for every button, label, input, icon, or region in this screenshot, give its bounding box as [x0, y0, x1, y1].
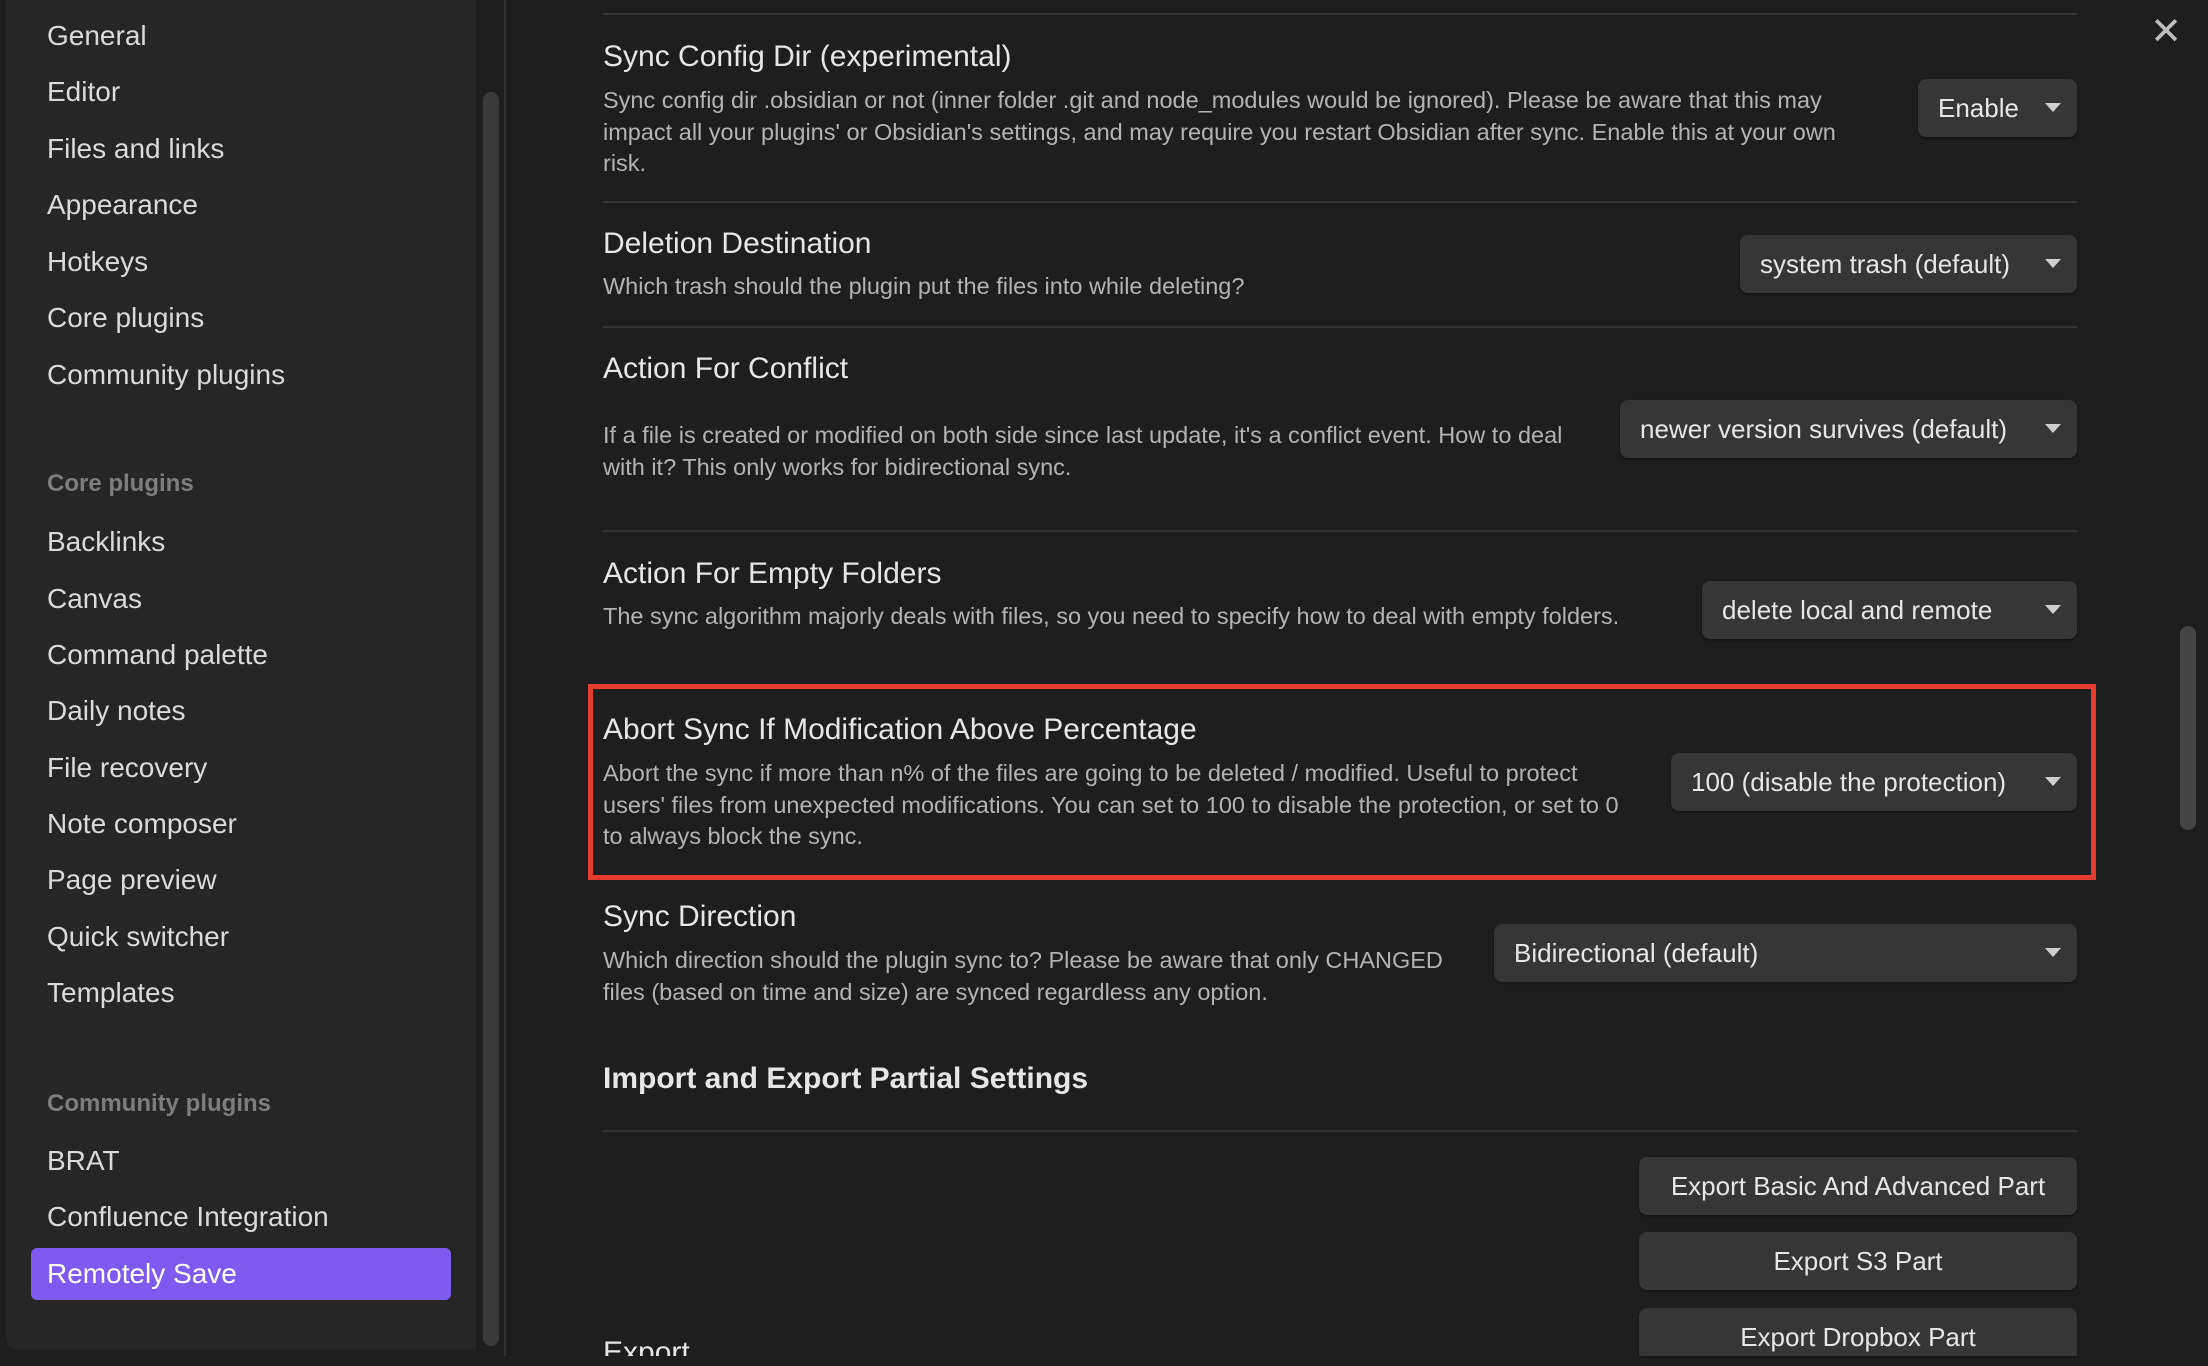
chevron-down-icon [2045, 103, 2061, 112]
sidebar-scrollbar[interactable] [483, 92, 499, 1346]
setting-description: Which trash should the plugin put the fi… [603, 273, 1245, 299]
export-setting-label: Export [603, 1336, 690, 1356]
sidebar-item-remotely-save[interactable]: Remotely Save [31, 1248, 451, 1300]
chevron-down-icon [2045, 259, 2061, 268]
sidebar-heading-community-plugins: Community plugins [47, 1090, 271, 1117]
sidebar-item-editor[interactable]: Editor [47, 67, 120, 117]
divider [603, 326, 2077, 328]
sidebar-item-daily-notes[interactable]: Daily notes [47, 686, 186, 736]
export-s3-button[interactable]: Export S3 Part [1639, 1232, 2077, 1290]
settings-sidebar: General Editor Files and links Appearanc… [6, 0, 476, 1350]
setting-title: Abort Sync If Modification Above Percent… [603, 713, 1197, 746]
sidebar-item-community-plugins[interactable]: Community plugins [47, 350, 285, 400]
chevron-down-icon [2045, 605, 2061, 614]
setting-description: The sync algorithm majorly deals with fi… [603, 603, 1620, 629]
dropdown-value: newer version survives (default) [1640, 414, 2008, 444]
pane-divider [504, 0, 506, 1356]
divider [603, 13, 2077, 15]
sync-config-dir-dropdown[interactable]: Enable [1918, 79, 2077, 137]
export-basic-advanced-button[interactable]: Export Basic And Advanced Part [1639, 1157, 2077, 1215]
dropdown-value: Enable [1938, 93, 2019, 123]
chevron-down-icon [2045, 777, 2061, 786]
divider [603, 1130, 2077, 1132]
sidebar-item-general[interactable]: General [47, 11, 147, 61]
setting-title: Sync Direction [603, 900, 797, 933]
sidebar-item-templates[interactable]: Templates [47, 968, 175, 1018]
sync-direction-dropdown[interactable]: Bidirectional (default) [1494, 924, 2077, 982]
setting-description: Sync config dir .obsidian or not (inner … [603, 87, 1836, 176]
chevron-down-icon [2045, 948, 2061, 957]
sidebar-item-core-plugins[interactable]: Core plugins [47, 293, 204, 343]
setting-description: If a file is created or modified on both… [603, 422, 1563, 480]
sidebar-item-appearance[interactable]: Appearance [47, 180, 198, 230]
export-setting-title: Export [603, 1336, 763, 1356]
abort-sync-percentage-dropdown[interactable]: 100 (disable the protection) [1671, 753, 2077, 811]
sidebar-item-backlinks[interactable]: Backlinks [47, 517, 165, 567]
setting-title: Deletion Destination [603, 227, 872, 260]
sidebar-item-quick-switcher[interactable]: Quick switcher [47, 912, 229, 962]
setting-description: Abort the sync if more than n% of the fi… [603, 760, 1619, 849]
divider [603, 530, 2077, 532]
action-for-empty-folders-dropdown[interactable]: delete local and remote [1702, 581, 2077, 639]
dropdown-value: system trash (default) [1760, 249, 2010, 279]
sidebar-item-note-composer[interactable]: Note composer [47, 799, 237, 849]
divider [603, 201, 2077, 203]
sidebar-item-files-and-links[interactable]: Files and links [47, 124, 224, 174]
sidebar-item-confluence-integration[interactable]: Confluence Integration [47, 1192, 329, 1242]
sidebar-item-page-preview[interactable]: Page preview [47, 855, 217, 905]
sidebar-item-label: Remotely Save [47, 1258, 237, 1289]
export-dropbox-button[interactable]: Export Dropbox Part [1639, 1308, 2077, 1356]
setting-title: Action For Conflict [603, 352, 849, 385]
dropdown-value: delete local and remote [1722, 595, 1993, 625]
dropdown-value: 100 (disable the protection) [1691, 767, 2007, 797]
sidebar-item-command-palette[interactable]: Command palette [47, 630, 268, 680]
section-heading: Import and Export Partial Settings [603, 1062, 1089, 1095]
setting-title: Sync Config Dir (experimental) [603, 40, 1012, 73]
sidebar-item-hotkeys[interactable]: Hotkeys [47, 237, 148, 287]
sidebar-heading-core-plugins: Core plugins [47, 470, 194, 497]
deletion-destination-dropdown[interactable]: system trash (default) [1740, 235, 2077, 293]
setting-description: Which direction should the plugin sync t… [603, 947, 1443, 1005]
sidebar-item-brat[interactable]: BRAT [47, 1136, 120, 1186]
main-scrollbar[interactable] [2180, 626, 2196, 830]
close-icon[interactable]: ✕ [2148, 13, 2184, 51]
sidebar-item-canvas[interactable]: Canvas [47, 574, 142, 624]
sidebar-item-file-recovery[interactable]: File recovery [47, 743, 207, 793]
chevron-down-icon [2045, 424, 2061, 433]
action-for-conflict-dropdown[interactable]: newer version survives (default) [1620, 400, 2077, 458]
dropdown-value: Bidirectional (default) [1514, 938, 1759, 968]
setting-title: Action For Empty Folders [603, 557, 942, 590]
